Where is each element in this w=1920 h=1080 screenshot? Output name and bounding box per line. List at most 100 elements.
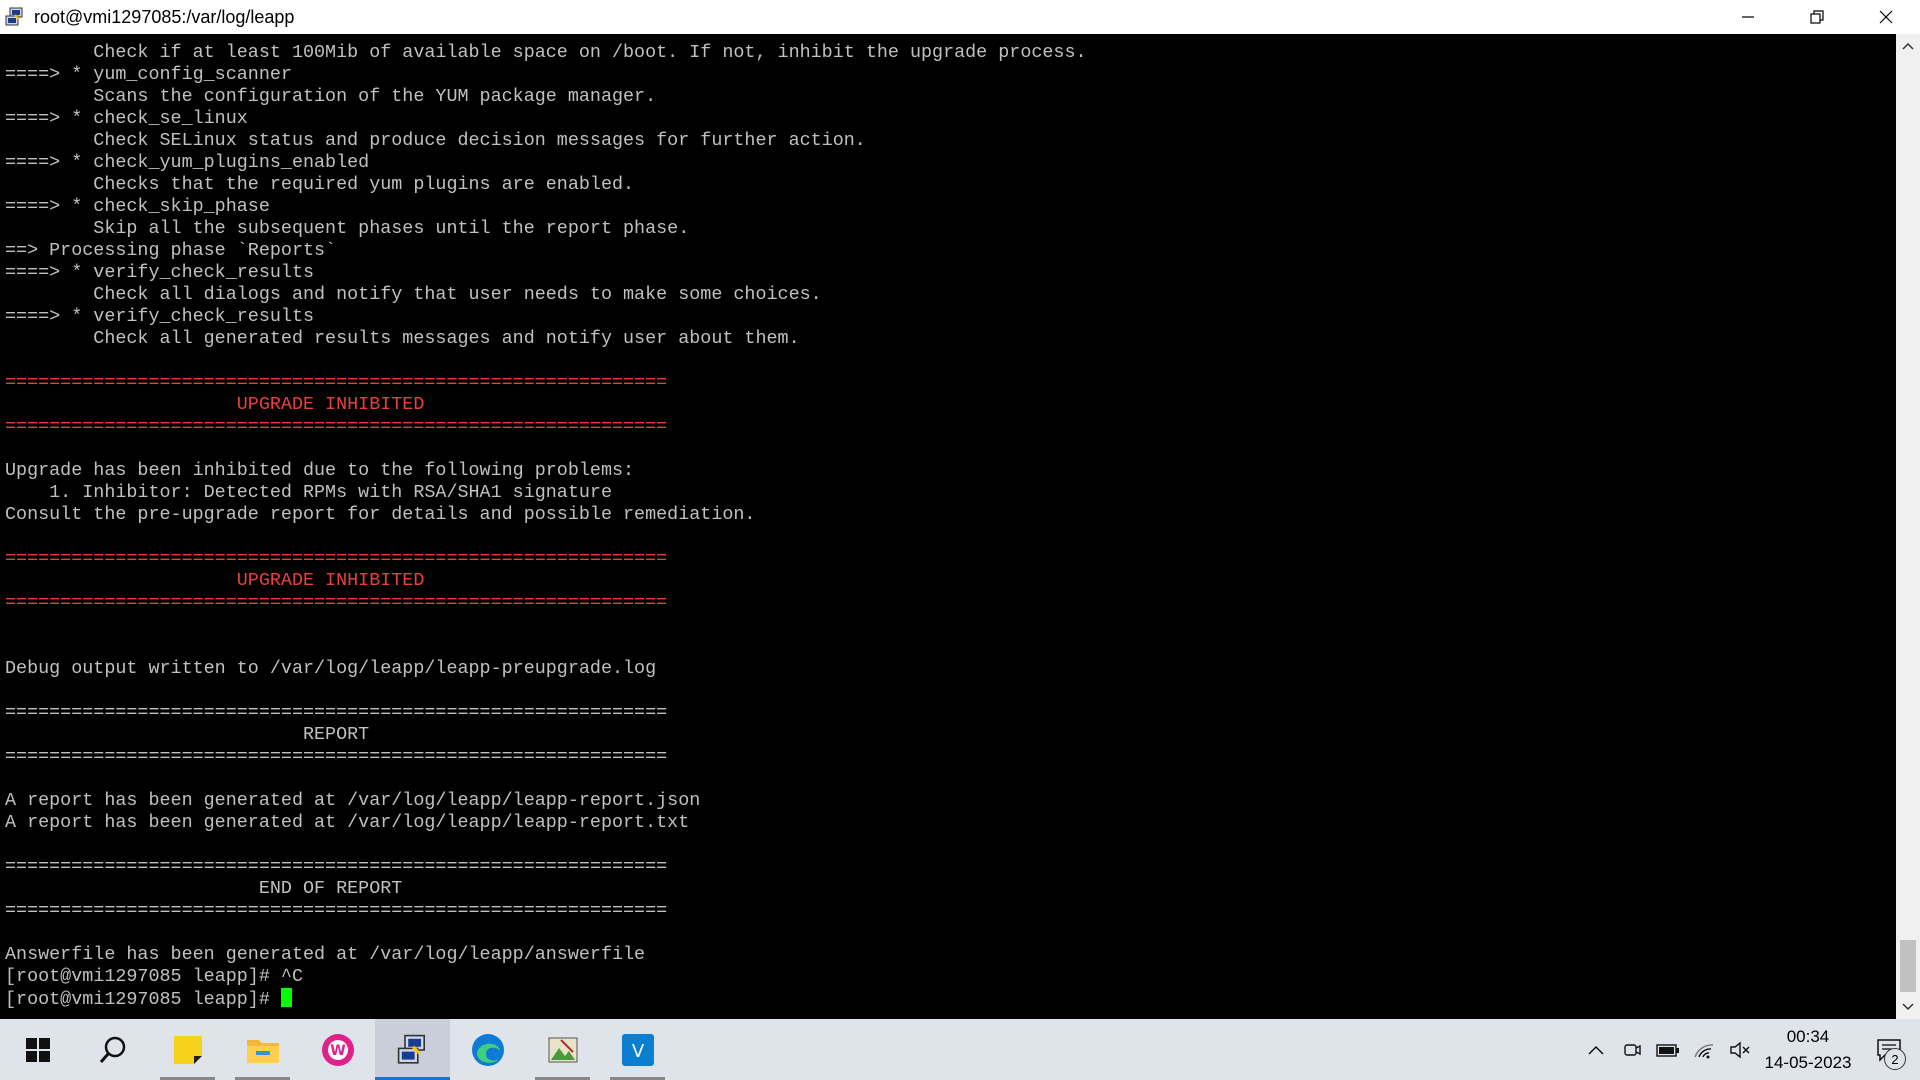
terminal-line-text: ====> * yum_config_scanner <box>5 64 292 85</box>
svg-text:V: V <box>631 1041 644 1062</box>
terminal-line: ========================================… <box>5 372 1087 394</box>
system-tray: 00:34 14-05-2023 2 <box>1578 1019 1920 1080</box>
tray-volume[interactable] <box>1722 1019 1758 1080</box>
tray-meet-now[interactable] <box>1614 1019 1650 1080</box>
terminal-line: Check SELinux status and produce decisio… <box>5 130 1087 152</box>
terminal-line: ========================================… <box>5 702 1087 724</box>
taskbar-clock[interactable]: 00:34 14-05-2023 <box>1758 1019 1858 1080</box>
terminal-line-text: UPGRADE INHIBITED <box>5 394 425 415</box>
minimize-button[interactable] <box>1713 0 1782 34</box>
terminal-line: 1. Inhibitor: Detected RPMs with RSA/SHA… <box>5 482 1087 504</box>
terminal-line-text: END OF REPORT <box>5 878 403 899</box>
search-button[interactable] <box>75 1019 150 1080</box>
scroll-down-button[interactable] <box>1896 995 1920 1019</box>
tray-wifi[interactable] <box>1686 1019 1722 1080</box>
terminal-line: ====> * check_yum_plugins_enabled <box>5 152 1087 174</box>
terminal-line: ========================================… <box>5 416 1087 438</box>
terminal-line-text: ========================================… <box>5 548 668 569</box>
svg-text:W: W <box>330 1043 345 1059</box>
terminal-line: Check if at least 100Mib of available sp… <box>5 42 1086 64</box>
terminal-line-text: Check all generated results messages and… <box>5 328 800 349</box>
terminal-line: REPORT <box>5 724 1087 746</box>
terminal-line-text: ========================================… <box>5 372 668 393</box>
notification-count-badge: 2 <box>1884 1048 1906 1070</box>
terminal-output[interactable]: Check if at least 100Mib of available sp… <box>0 34 1896 1019</box>
chevron-down-icon <box>1902 1003 1914 1011</box>
terminal-line: Checks that the required yum plugins are… <box>5 174 1087 196</box>
image-viewer-icon <box>548 1037 577 1062</box>
tray-battery[interactable] <box>1650 1019 1686 1080</box>
terminal-cursor <box>280 988 292 1007</box>
clock-date: 14-05-2023 <box>1764 1052 1852 1072</box>
taskbar-app-file-explorer[interactable] <box>225 1019 300 1080</box>
terminal-line: Scans the configuration of the YUM packa… <box>5 86 1087 108</box>
taskbar-app-sticky-notes[interactable] <box>150 1019 225 1080</box>
taskbar-app-putty[interactable] <box>375 1019 450 1080</box>
terminal-line: Debug output written to /var/log/leapp/l… <box>5 658 1087 680</box>
terminal-line-text: ========================================… <box>5 416 668 437</box>
vscode-icon: V <box>621 1033 654 1066</box>
terminal-line-text: 1. Inhibitor: Detected RPMs with RSA/SHA… <box>5 482 612 503</box>
terminal-line: ====> * yum_config_scanner <box>5 64 1087 86</box>
terminal-line: Upgrade has been inhibited due to the fo… <box>5 460 1087 482</box>
terminal-line-text: ====> * check_skip_phase <box>5 196 270 217</box>
battery-icon <box>1656 1043 1679 1057</box>
terminal-line-text: ==> Processing phase `Reports` <box>5 240 337 261</box>
terminal-line-text: ========================================… <box>5 746 668 767</box>
terminal-line: ====> * verify_check_results <box>5 306 1087 328</box>
scrollbar-thumb[interactable] <box>1900 940 1916 992</box>
file-explorer-icon <box>246 1039 279 1063</box>
notification-center-button[interactable]: 2 <box>1858 1019 1920 1080</box>
terminal-line: [root@vmi1297085 leapp]# <box>5 988 1087 1010</box>
restore-icon <box>1809 10 1824 24</box>
terminal-scrollbar[interactable] <box>1896 34 1920 1019</box>
terminal-line-text: A report has been generated at /var/log/… <box>5 790 701 811</box>
terminal-line-text: Consult the pre-upgrade report for detai… <box>5 504 756 525</box>
terminal-line: ========================================… <box>5 746 1087 768</box>
terminal-line-text: ====> * verify_check_results <box>5 306 315 327</box>
show-hidden-icons-button[interactable] <box>1578 1019 1614 1080</box>
putty-icon <box>397 1034 425 1064</box>
terminal-line: END OF REPORT <box>5 878 1087 900</box>
terminal-line-text: Upgrade has been inhibited due to the fo… <box>5 460 635 481</box>
terminal-line-text: ====> * check_se_linux <box>5 108 248 129</box>
chevron-up-icon <box>1588 1045 1604 1055</box>
taskbar: W V 00:34 14-05-2023 2 <box>0 1019 1920 1080</box>
taskbar-app-winamp[interactable]: W <box>300 1019 375 1080</box>
terminal-line-text: UPGRADE INHIBITED <box>5 570 425 591</box>
terminal-line: Check all dialogs and notify that user n… <box>5 284 1087 306</box>
terminal-line-text: Debug output written to /var/log/leapp/l… <box>5 658 657 679</box>
taskbar-app-edge[interactable] <box>450 1019 525 1080</box>
taskbar-app-image-viewer[interactable] <box>525 1019 600 1080</box>
terminal-line-text: ========================================… <box>5 702 668 723</box>
start-button[interactable] <box>0 1019 75 1080</box>
scroll-up-button[interactable] <box>1896 34 1920 58</box>
close-button[interactable] <box>1851 0 1920 34</box>
window-title-bar[interactable]: root@vmi1297085:/var/log/leapp <box>0 0 1920 35</box>
terminal-line-text: Answerfile has been generated at /var/lo… <box>5 944 646 965</box>
search-icon <box>99 1036 125 1063</box>
terminal-line-text: ====> * verify_check_results <box>5 262 315 283</box>
terminal-line: ==> Processing phase `Reports` <box>5 240 1087 262</box>
edge-browser-icon <box>471 1033 504 1066</box>
terminal-line-text: ========================================… <box>5 856 668 877</box>
clock-time: 00:34 <box>1786 1026 1830 1046</box>
terminal-line-text: [root@vmi1297085 leapp]# ^C <box>5 966 303 987</box>
terminal-line-text: Checks that the required yum plugins are… <box>5 174 635 195</box>
terminal-line-text: Skip all the subsequent phases until the… <box>5 218 690 239</box>
terminal-line: ========================================… <box>5 592 1087 614</box>
putty-icon[interactable] <box>4 6 26 28</box>
terminal-line-text: A report has been generated at /var/log/… <box>5 812 690 833</box>
winamp-icon: W <box>321 1033 354 1066</box>
terminal-line: Answerfile has been generated at /var/lo… <box>5 944 1087 966</box>
restore-button[interactable] <box>1782 0 1851 34</box>
taskbar-app-vscode[interactable]: V <box>600 1019 675 1080</box>
terminal-line-text: Check all dialogs and notify that user n… <box>5 284 822 305</box>
